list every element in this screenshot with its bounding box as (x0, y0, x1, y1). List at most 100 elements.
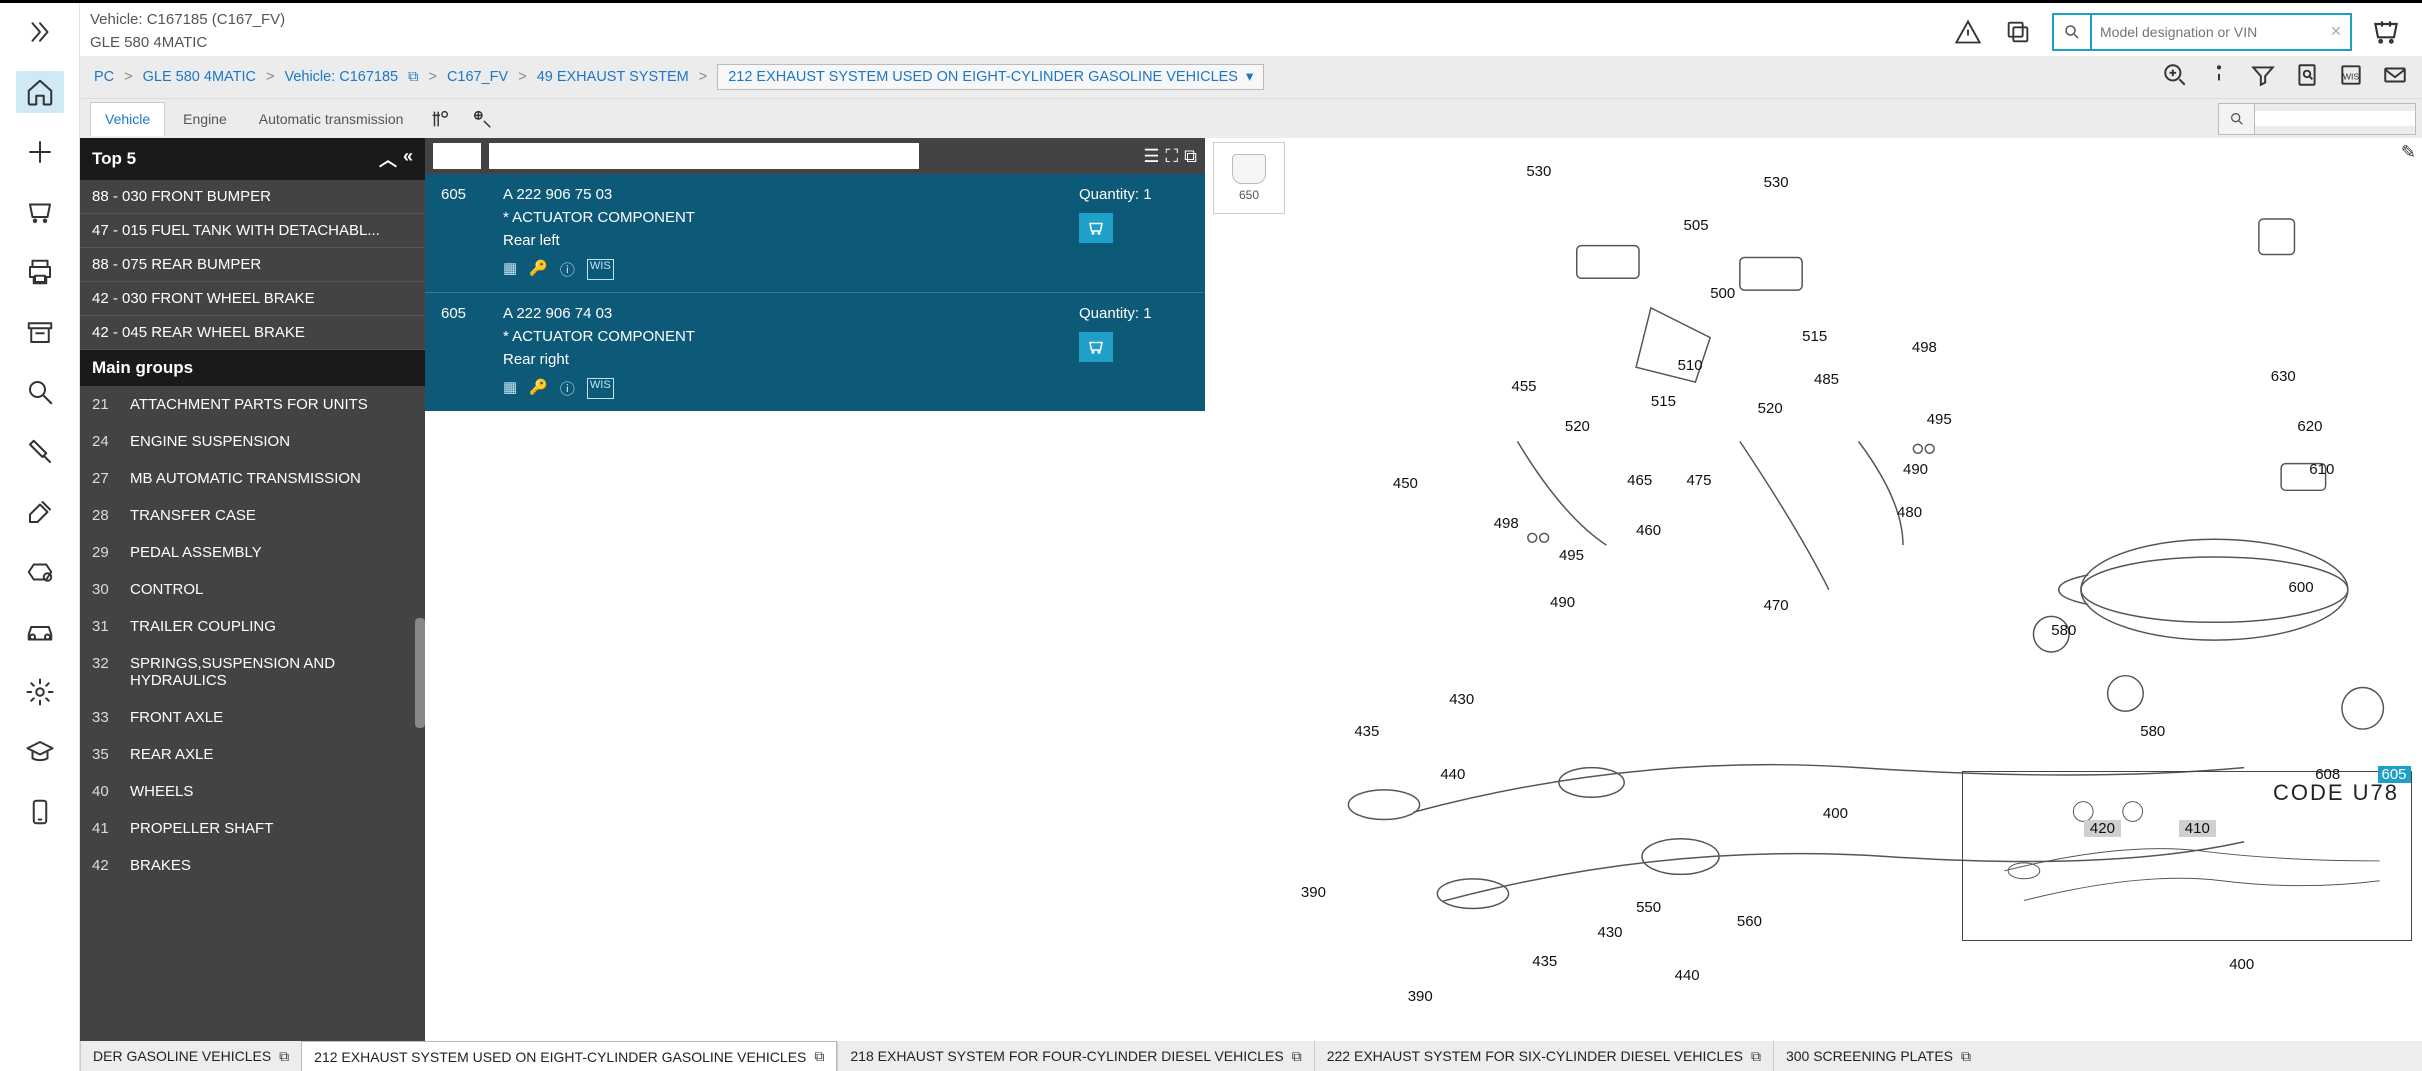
diagram-callout[interactable]: 520 (1758, 400, 1783, 417)
tab-vehicle[interactable]: Vehicle (90, 102, 165, 136)
diagram-callout[interactable]: 390 (1408, 988, 1433, 1005)
main-group-item[interactable]: 30CONTROL (80, 571, 425, 608)
external-link-icon[interactable]: ⧉ (814, 1048, 824, 1065)
main-group-item[interactable]: 33FRONT AXLE (80, 699, 425, 736)
top5-item[interactable]: 47 - 015 FUEL TANK WITH DETACHABL... (80, 214, 425, 248)
rail-mobile[interactable] (16, 791, 64, 833)
warning-icon[interactable] (1952, 16, 1984, 48)
diagram-callout[interactable]: 400 (2229, 956, 2254, 973)
tab-auto-trans[interactable]: Automatic transmission (245, 103, 418, 135)
rail-settings[interactable] (16, 671, 64, 713)
external-link-icon[interactable]: ⧉ (1292, 1048, 1302, 1065)
strip-tab[interactable]: 218 EXHAUST SYSTEM FOR FOUR-CYLINDER DIE… (837, 1041, 1313, 1071)
wis-small-icon[interactable]: WIS (587, 378, 614, 399)
crumb-model[interactable]: GLE 580 4MATIC (143, 69, 256, 85)
grid-icon[interactable]: ▦ (503, 378, 517, 399)
grid-icon[interactable]: ▦ (503, 259, 517, 280)
diagram-area[interactable]: ✎ (1295, 138, 2422, 1071)
diagram-callout[interactable]: 430 (1449, 691, 1474, 708)
key-icon[interactable]: 🔑 (529, 259, 548, 280)
scrollbar-thumb[interactable] (415, 618, 425, 728)
top5-item[interactable]: 42 - 030 FRONT WHEEL BRAKE (80, 282, 425, 316)
info-icon[interactable] (2206, 62, 2232, 92)
diagram-callout[interactable]: 515 (1651, 393, 1676, 410)
rail-add[interactable] (16, 131, 64, 173)
strip-tab[interactable]: DER GASOLINE VEHICLES⧉ (80, 1041, 301, 1071)
main-group-item[interactable]: 24ENGINE SUSPENSION (80, 423, 425, 460)
search-icon[interactable] (2054, 15, 2092, 49)
diagram-callout[interactable]: 430 (1598, 924, 1623, 941)
rail-home[interactable] (16, 71, 64, 113)
diagram-callout[interactable]: 630 (2271, 368, 2296, 385)
diagram-callout[interactable]: 500 (1710, 285, 1735, 302)
crumb-final-dropdown[interactable]: 212 EXHAUST SYSTEM USED ON EIGHT-CYLINDE… (717, 64, 1264, 90)
collapse-up-icon[interactable]: ︿ (379, 146, 397, 172)
diagram-callout[interactable]: 510 (1678, 357, 1703, 374)
clear-icon[interactable]: ✕ (2322, 15, 2350, 49)
crumb-pc[interactable]: PC (94, 69, 114, 85)
filter-box-large[interactable] (489, 143, 919, 169)
diagram-callout[interactable]: 498 (1494, 515, 1519, 532)
rail-edu[interactable] (16, 731, 64, 773)
diagram-callout[interactable]: 475 (1686, 472, 1711, 489)
diagram-callout[interactable]: 470 (1764, 597, 1789, 614)
add-to-cart-button[interactable] (1079, 332, 1113, 362)
crumb-vehicle[interactable]: Vehicle: C167185 (284, 69, 398, 85)
rail-repair[interactable] (16, 551, 64, 593)
diagram-callout[interactable]: 530 (1526, 163, 1551, 180)
filter-icon[interactable] (2250, 62, 2276, 92)
diagram-callout[interactable]: 480 (1897, 504, 1922, 521)
diagram-callout[interactable]: 530 (1764, 174, 1789, 191)
diagram-callout[interactable]: 490 (1550, 594, 1575, 611)
external-link-icon[interactable]: ⧉ (1961, 1048, 1971, 1065)
diagram-callout[interactable]: 420 (2084, 820, 2121, 837)
diagram-callout[interactable]: 465 (1627, 472, 1652, 489)
tab-engine[interactable]: Engine (169, 103, 241, 135)
top5-item[interactable]: 42 - 045 REAR WHEEL BRAKE (80, 316, 425, 350)
tab-search-input[interactable] (2255, 111, 2415, 126)
main-group-item[interactable]: 32SPRINGS,SUSPENSION AND HYDRAULICS (80, 645, 425, 699)
diagram-callout[interactable]: 410 (2179, 820, 2216, 837)
main-group-item[interactable]: 35REAR AXLE (80, 736, 425, 773)
add-to-cart-button[interactable] (1079, 213, 1113, 243)
diagram-callout[interactable]: 560 (1737, 913, 1762, 930)
rail-print[interactable] (16, 251, 64, 293)
crumb-fv[interactable]: C167_FV (447, 69, 508, 85)
diagram-callout[interactable]: 455 (1512, 378, 1537, 395)
info-circle-icon[interactable]: ⓘ (560, 259, 575, 280)
rail-bolt[interactable] (16, 431, 64, 473)
rail-archive[interactable] (16, 311, 64, 353)
diagram-callout[interactable]: 610 (2309, 461, 2334, 478)
rail-search[interactable] (16, 371, 64, 413)
diagram-callout[interactable]: 440 (1675, 967, 1700, 984)
wis-small-icon[interactable]: WIS (587, 259, 614, 280)
strip-tab[interactable]: 300 SCREENING PLATES⧉ (1773, 1041, 1983, 1071)
diagram-callout[interactable]: 600 (2289, 579, 2314, 596)
rail-cart[interactable] (16, 191, 64, 233)
zoom-in-icon[interactable] (2162, 62, 2188, 92)
header-cart-icon[interactable] (2370, 16, 2402, 48)
diagram-callout[interactable]: 495 (1559, 547, 1584, 564)
diagram-callout[interactable]: 400 (1823, 805, 1848, 822)
diagram-callout[interactable]: 435 (1532, 953, 1557, 970)
main-group-item[interactable]: 28TRANSFER CASE (80, 497, 425, 534)
mail-icon[interactable] (2382, 62, 2408, 92)
diagram-callout[interactable]: 580 (2051, 622, 2076, 639)
diagram-callout[interactable]: 498 (1912, 339, 1937, 356)
diagram-callout[interactable]: 620 (2297, 418, 2322, 435)
popout-icon[interactable]: ⧉ (1184, 146, 1197, 167)
main-group-item[interactable]: 41PROPELLER SHAFT (80, 810, 425, 847)
top5-item[interactable]: 88 - 030 FRONT BUMPER (80, 180, 425, 214)
part-row[interactable]: 605 A 222 906 74 03 * ACTUATOR COMPONENT… (425, 292, 1205, 411)
strip-tab[interactable]: 222 EXHAUST SYSTEM FOR SIX-CYLINDER DIES… (1314, 1041, 1773, 1071)
info-circle-icon[interactable]: ⓘ (560, 378, 575, 399)
rail-expand[interactable] (16, 11, 64, 53)
diagram-callout[interactable]: 460 (1636, 522, 1661, 539)
diagram-callout[interactable]: 450 (1393, 475, 1418, 492)
related-thumb[interactable]: 650 (1213, 142, 1285, 214)
strip-tab[interactable]: 212 EXHAUST SYSTEM USED ON EIGHT-CYLINDE… (301, 1041, 837, 1071)
doc-search-icon[interactable] (2294, 62, 2320, 92)
main-group-item[interactable]: 21ATTACHMENT PARTS FOR UNITS (80, 386, 425, 423)
main-group-item[interactable]: 27MB AUTOMATIC TRANSMISSION (80, 460, 425, 497)
top5-item[interactable]: 88 - 075 REAR BUMPER (80, 248, 425, 282)
